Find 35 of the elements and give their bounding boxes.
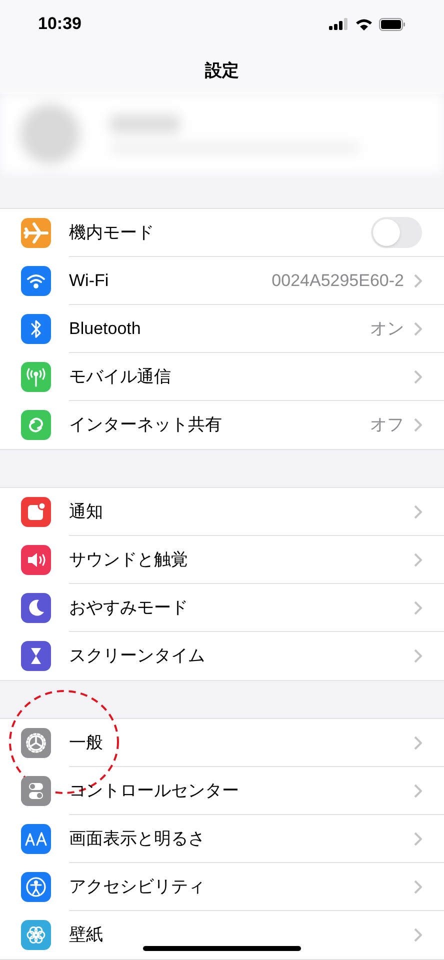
chevron-icon[interactable]	[414, 736, 422, 750]
setting-value: オン	[370, 318, 404, 340]
chevron-icon[interactable]	[414, 274, 422, 288]
setting-label: スクリーンタイム	[69, 645, 206, 668]
setting-label: モバイル通信	[69, 366, 172, 388]
nav-title: 設定	[205, 60, 239, 82]
setting-label: アクセシビリティ	[69, 876, 206, 898]
chevron-icon[interactable]	[414, 784, 422, 798]
toggle-switch[interactable]	[371, 217, 422, 248]
wifi-icon	[355, 18, 373, 30]
chevron-icon[interactable]	[414, 928, 422, 942]
setting-label: Wi-Fi	[69, 270, 110, 292]
signal-icon	[329, 18, 349, 30]
setting-label: 画面表示と明るさ	[69, 828, 206, 850]
setting-label: 機内モード	[69, 222, 155, 244]
chevron-icon[interactable]	[414, 370, 422, 384]
chevron-icon[interactable]	[414, 880, 422, 894]
setting-label: インターネット共有	[69, 414, 223, 436]
setting-label: Bluetooth	[69, 318, 142, 340]
chevron-icon[interactable]	[414, 504, 422, 518]
setting-value: オフ	[370, 414, 404, 436]
chevron-icon[interactable]	[414, 649, 422, 663]
chevron-icon[interactable]	[414, 552, 422, 566]
setting-label: おやすみモード	[69, 596, 189, 619]
chevron-icon[interactable]	[414, 832, 422, 846]
setting-label: 一般	[69, 732, 104, 754]
status-time: 10:39	[38, 13, 82, 36]
setting-value: 0024A5295E60-2	[272, 270, 404, 292]
chevron-icon[interactable]	[414, 418, 422, 432]
chevron-icon[interactable]	[414, 322, 422, 336]
battery-icon	[379, 18, 406, 30]
setting-label: 通知	[69, 500, 104, 523]
setting-label: サウンドと触覚	[69, 548, 189, 571]
setting-label: 壁紙	[69, 924, 104, 946]
chevron-icon[interactable]	[414, 600, 422, 614]
